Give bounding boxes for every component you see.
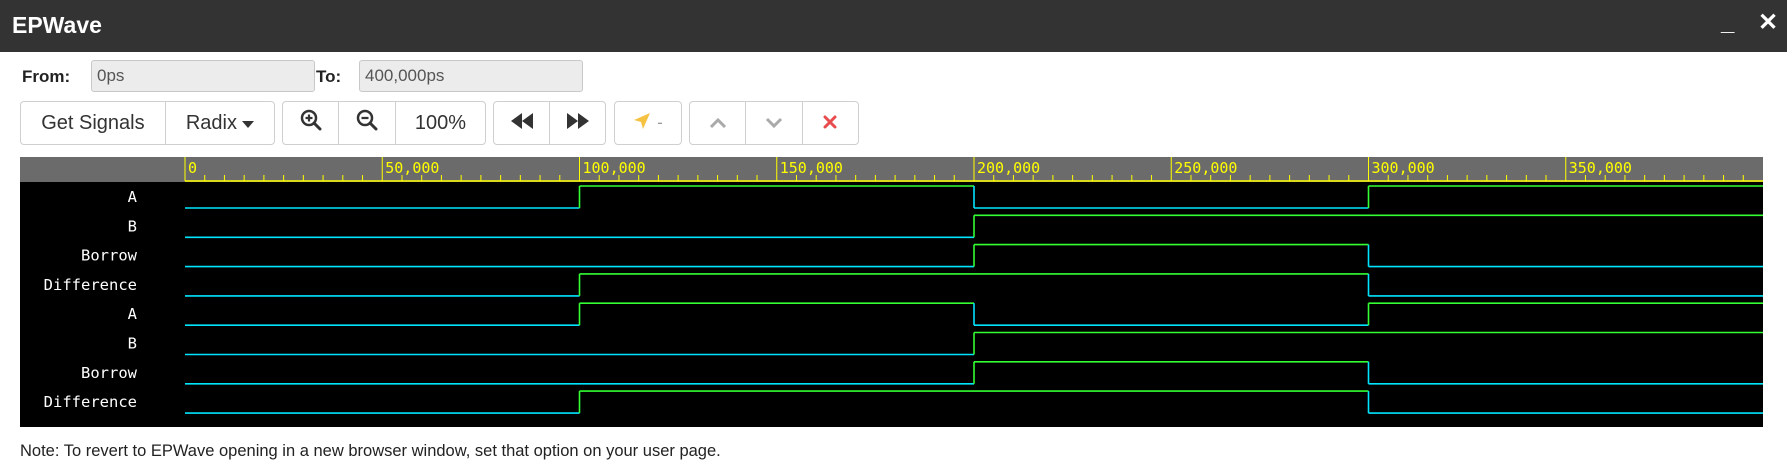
zoom-in-button[interactable] [283,102,340,144]
get-signals-button[interactable]: Get Signals [21,102,166,144]
cursor-group: - [614,101,682,145]
signal-name: A [128,188,138,206]
footer-note: Note: To revert to EPWave opening in a n… [20,442,721,460]
chevron-down-icon [765,112,783,135]
backward-icon [510,112,533,135]
signal-name: B [128,335,137,353]
cursor-value: - [657,113,663,132]
window-title: EPWave [12,12,102,38]
signal-name: B [128,217,137,235]
radix-label: Radix [185,111,237,134]
scroll-left-button[interactable] [494,102,550,144]
move-down-button[interactable] [746,102,803,144]
signal-name: Difference [44,276,137,294]
signal-name: Difference [44,393,137,411]
chevron-up-icon [709,112,727,135]
zoom-level[interactable]: 100% [396,102,485,144]
signal-name: A [128,305,138,323]
from-input[interactable] [91,60,315,92]
zoom-out-button[interactable] [339,102,396,144]
delete-signal-button[interactable] [803,102,858,144]
signals-group: Get Signals Radix [20,101,275,145]
zoom-in-icon [300,109,322,137]
location-arrow-icon [633,112,651,135]
from-label: From: [22,67,71,86]
to-label: To: [316,67,342,86]
ruler-tick-label: 350,000 [1569,159,1632,177]
radix-button[interactable]: Radix [166,102,274,144]
ruler-tick-label: 50,000 [385,159,439,177]
to-input[interactable] [359,60,583,92]
signal-order-group [689,101,859,145]
ruler-tick-label: 150,000 [780,159,843,177]
ruler-tick-label: 300,000 [1372,159,1435,177]
zoom-out-icon [356,109,378,137]
caret-down-icon [242,112,254,135]
ruler-tick-label: 0 [188,159,197,177]
close-button[interactable]: ✕ [1758,8,1778,38]
ruler-tick-label: 250,000 [1174,159,1237,177]
close-icon [823,112,837,135]
waveform-panel[interactable]: 0 50,000 100,000 150,000 200,000 250,000 300,0… [20,157,1763,427]
signal-name: Borrow [81,364,138,382]
minimize-button[interactable]: _ [1721,8,1734,38]
timeline-ruler [20,157,1763,182]
move-up-button[interactable] [690,102,747,144]
cursor-button[interactable]: - [615,102,681,144]
signal-name: Borrow [81,247,138,265]
scroll-right-button[interactable] [550,102,605,144]
title-bar: EPWave _ ✕ [0,0,1787,52]
navigation-group [493,101,606,145]
forward-icon [566,112,589,135]
waveform-canvas[interactable]: 0 50,000 100,000 150,000 200,000 250,000 300,0… [20,157,1763,427]
ruler-tick-label: 200,000 [977,159,1040,177]
zoom-group: 100% [282,101,486,145]
ruler-tick-label: 100,000 [583,159,646,177]
